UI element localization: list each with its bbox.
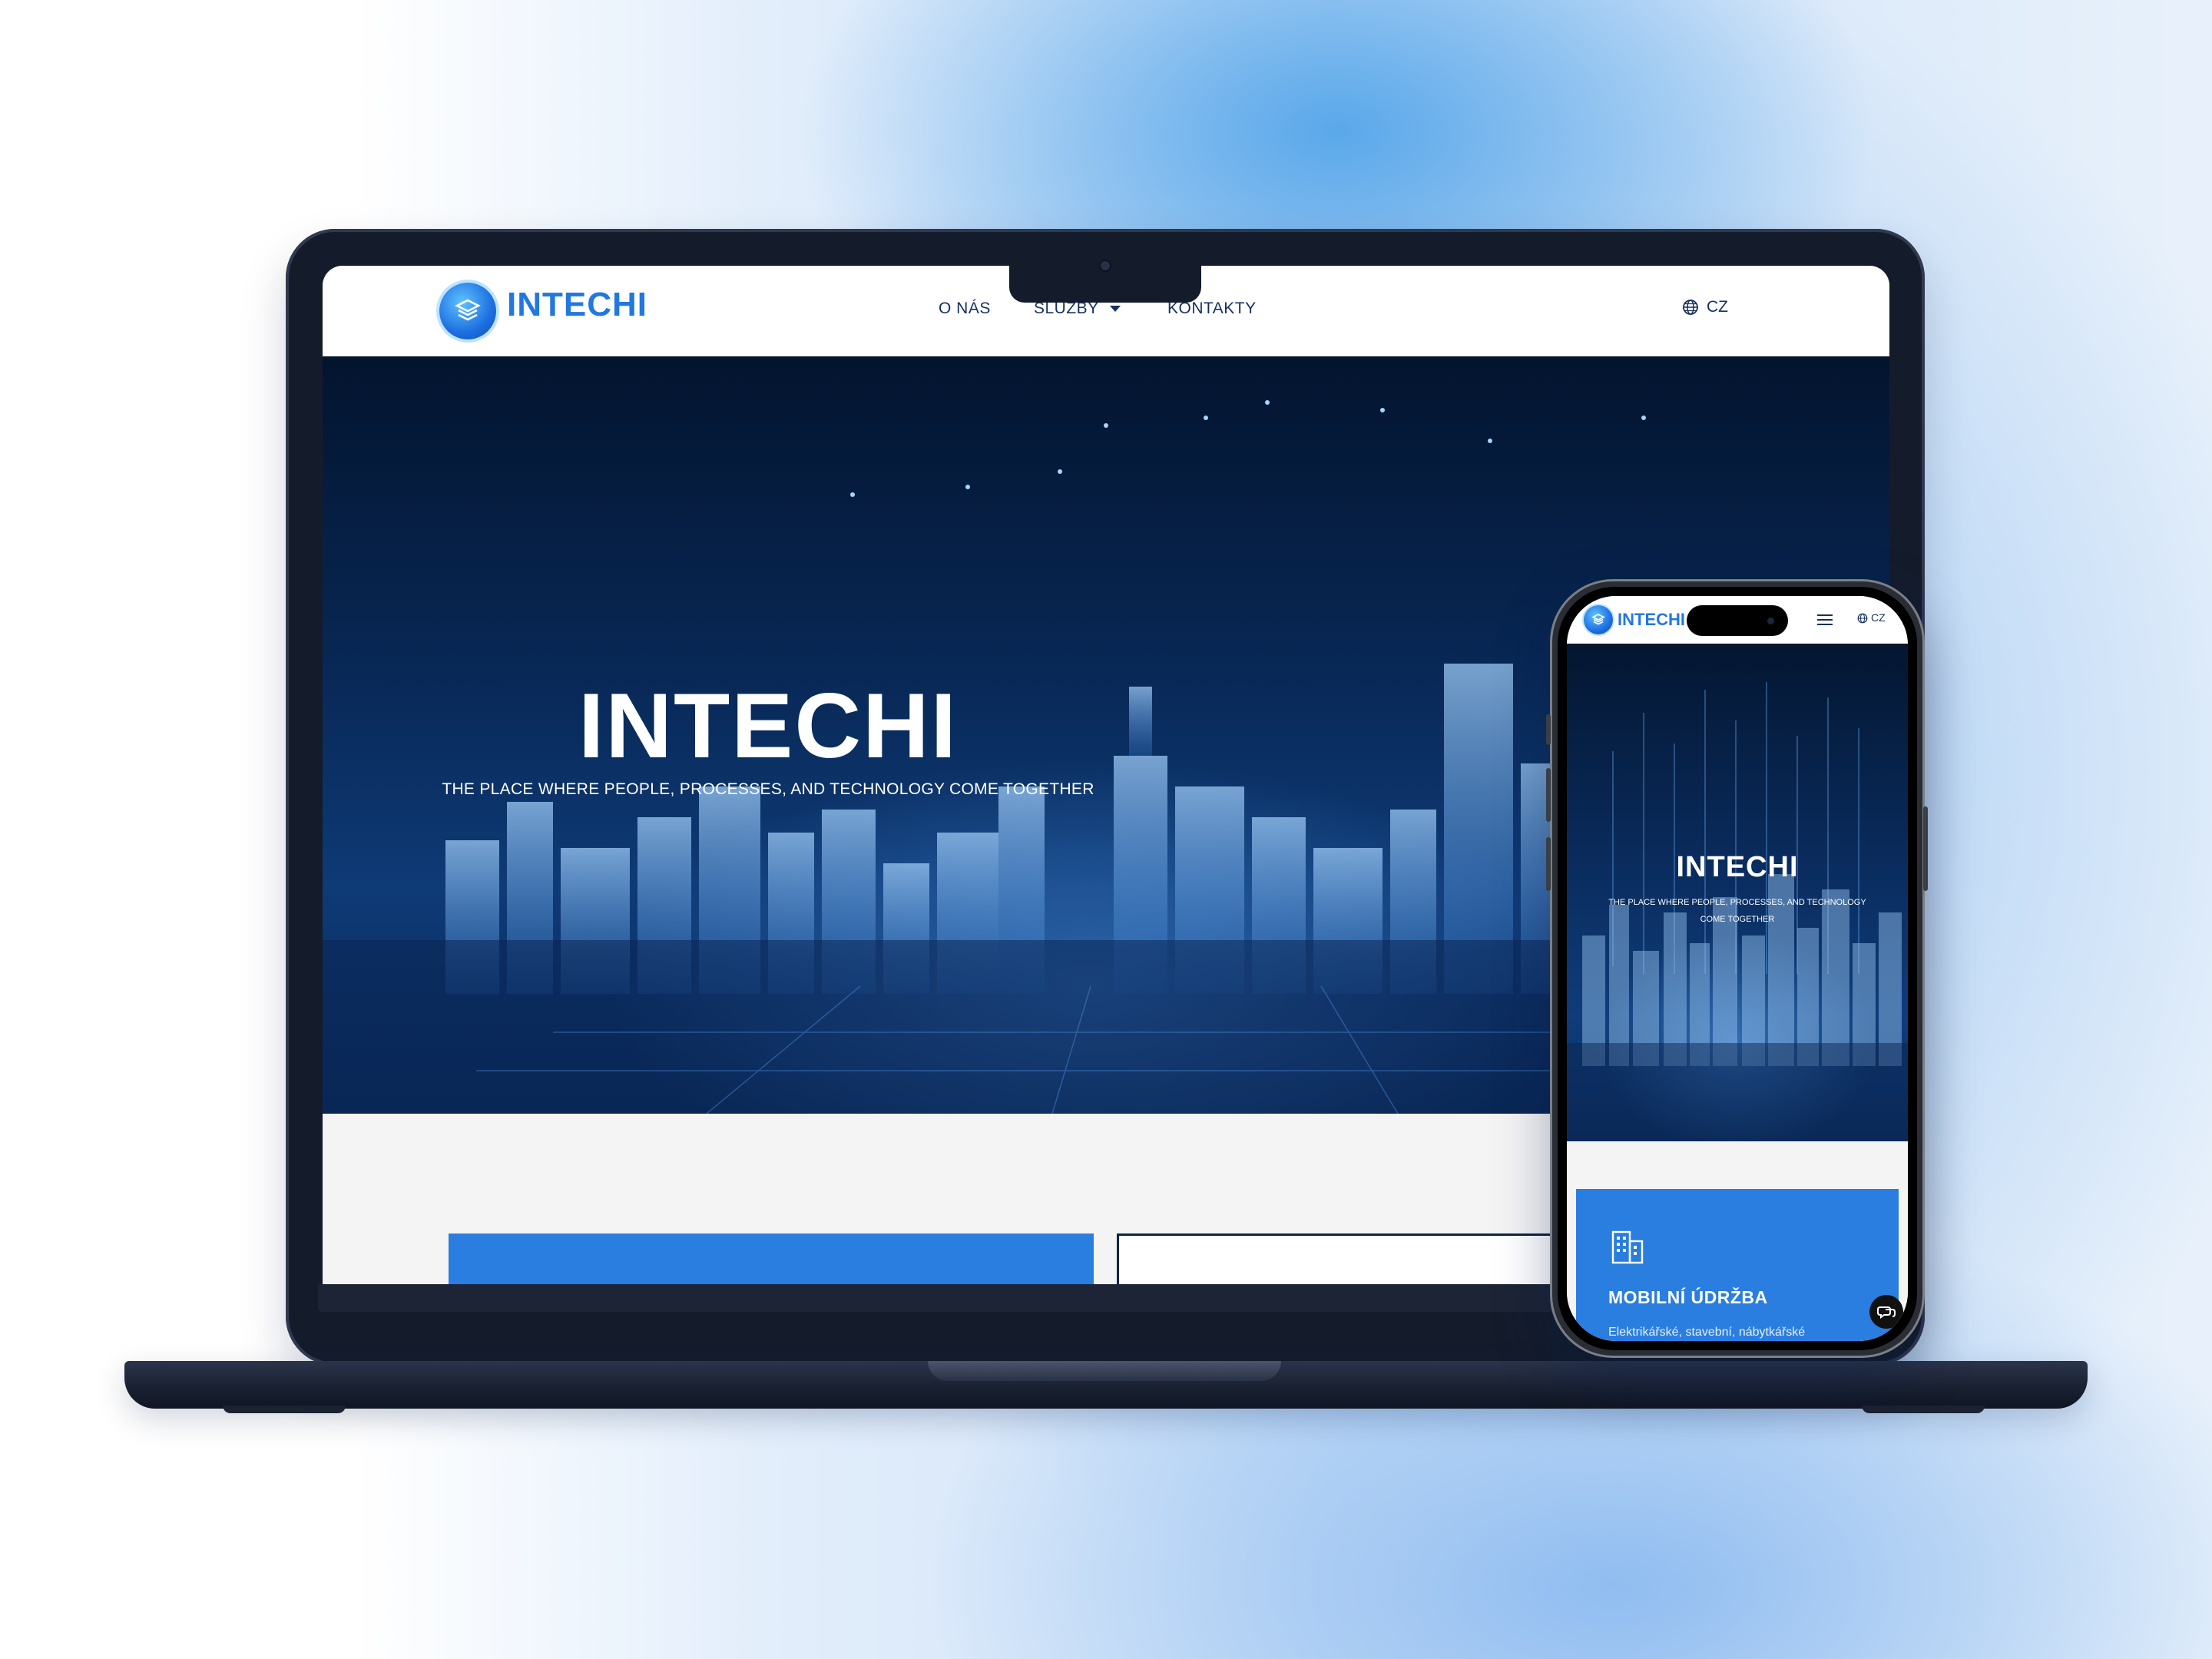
phone-volume-up xyxy=(1546,768,1551,822)
laptop-foot-left xyxy=(223,1406,346,1413)
language-switcher[interactable]: CZ xyxy=(1682,298,1728,316)
nav-item-about[interactable]: O NÁS xyxy=(939,300,991,318)
mobile-hero-city-illustration xyxy=(1567,682,1908,1141)
laptop-foot-right xyxy=(1862,1406,1985,1413)
mobile-hero: INTECHI THE PLACE WHERE PEOPLE, PROCESSE… xyxy=(1567,644,1908,1141)
phone-volume-down xyxy=(1546,837,1551,891)
hero-title: INTECHI xyxy=(578,674,958,777)
phone-side-button xyxy=(1546,714,1551,745)
globe-icon xyxy=(1857,613,1868,624)
globe-icon xyxy=(1683,300,1698,316)
mobile-hero-subtitle-line2: COME TOGETHER xyxy=(1700,915,1775,924)
camera-icon xyxy=(1101,261,1110,270)
dropdown-caret-icon xyxy=(1109,306,1121,313)
laptop-opening-notch xyxy=(928,1361,1281,1381)
mobile-hero-subtitle-line1: THE PLACE WHERE PEOPLE, PROCESSES, AND T… xyxy=(1608,898,1866,907)
hamburger-menu-icon[interactable] xyxy=(1817,614,1833,625)
mobile-hero-title: INTECHI xyxy=(1676,851,1799,883)
logo-layers-icon[interactable] xyxy=(1584,605,1613,634)
mobile-language-label: CZ xyxy=(1871,611,1886,624)
laptop-camera-notch xyxy=(1009,266,1201,303)
mobile-brand-text[interactable]: INTECHI xyxy=(1618,610,1685,630)
service-card-blue[interactable] xyxy=(449,1233,1094,1284)
language-label: CZ xyxy=(1707,298,1728,316)
mobile-language-switcher[interactable]: CZ xyxy=(1857,611,1886,624)
mobile-service-card[interactable] xyxy=(1576,1189,1899,1341)
phone-camera-icon xyxy=(1767,618,1774,624)
phone-power-button xyxy=(1923,806,1928,891)
hero-subtitle: THE PLACE WHERE PEOPLE, PROCESSES, AND T… xyxy=(442,780,1094,798)
chat-icon[interactable] xyxy=(1869,1295,1903,1329)
brand-logo-text[interactable]: INTECHI xyxy=(507,286,647,324)
logo-layers-icon[interactable] xyxy=(439,283,496,339)
mobile-hero-subtitle: THE PLACE WHERE PEOPLE, PROCESSES, AND T… xyxy=(1590,894,1885,928)
